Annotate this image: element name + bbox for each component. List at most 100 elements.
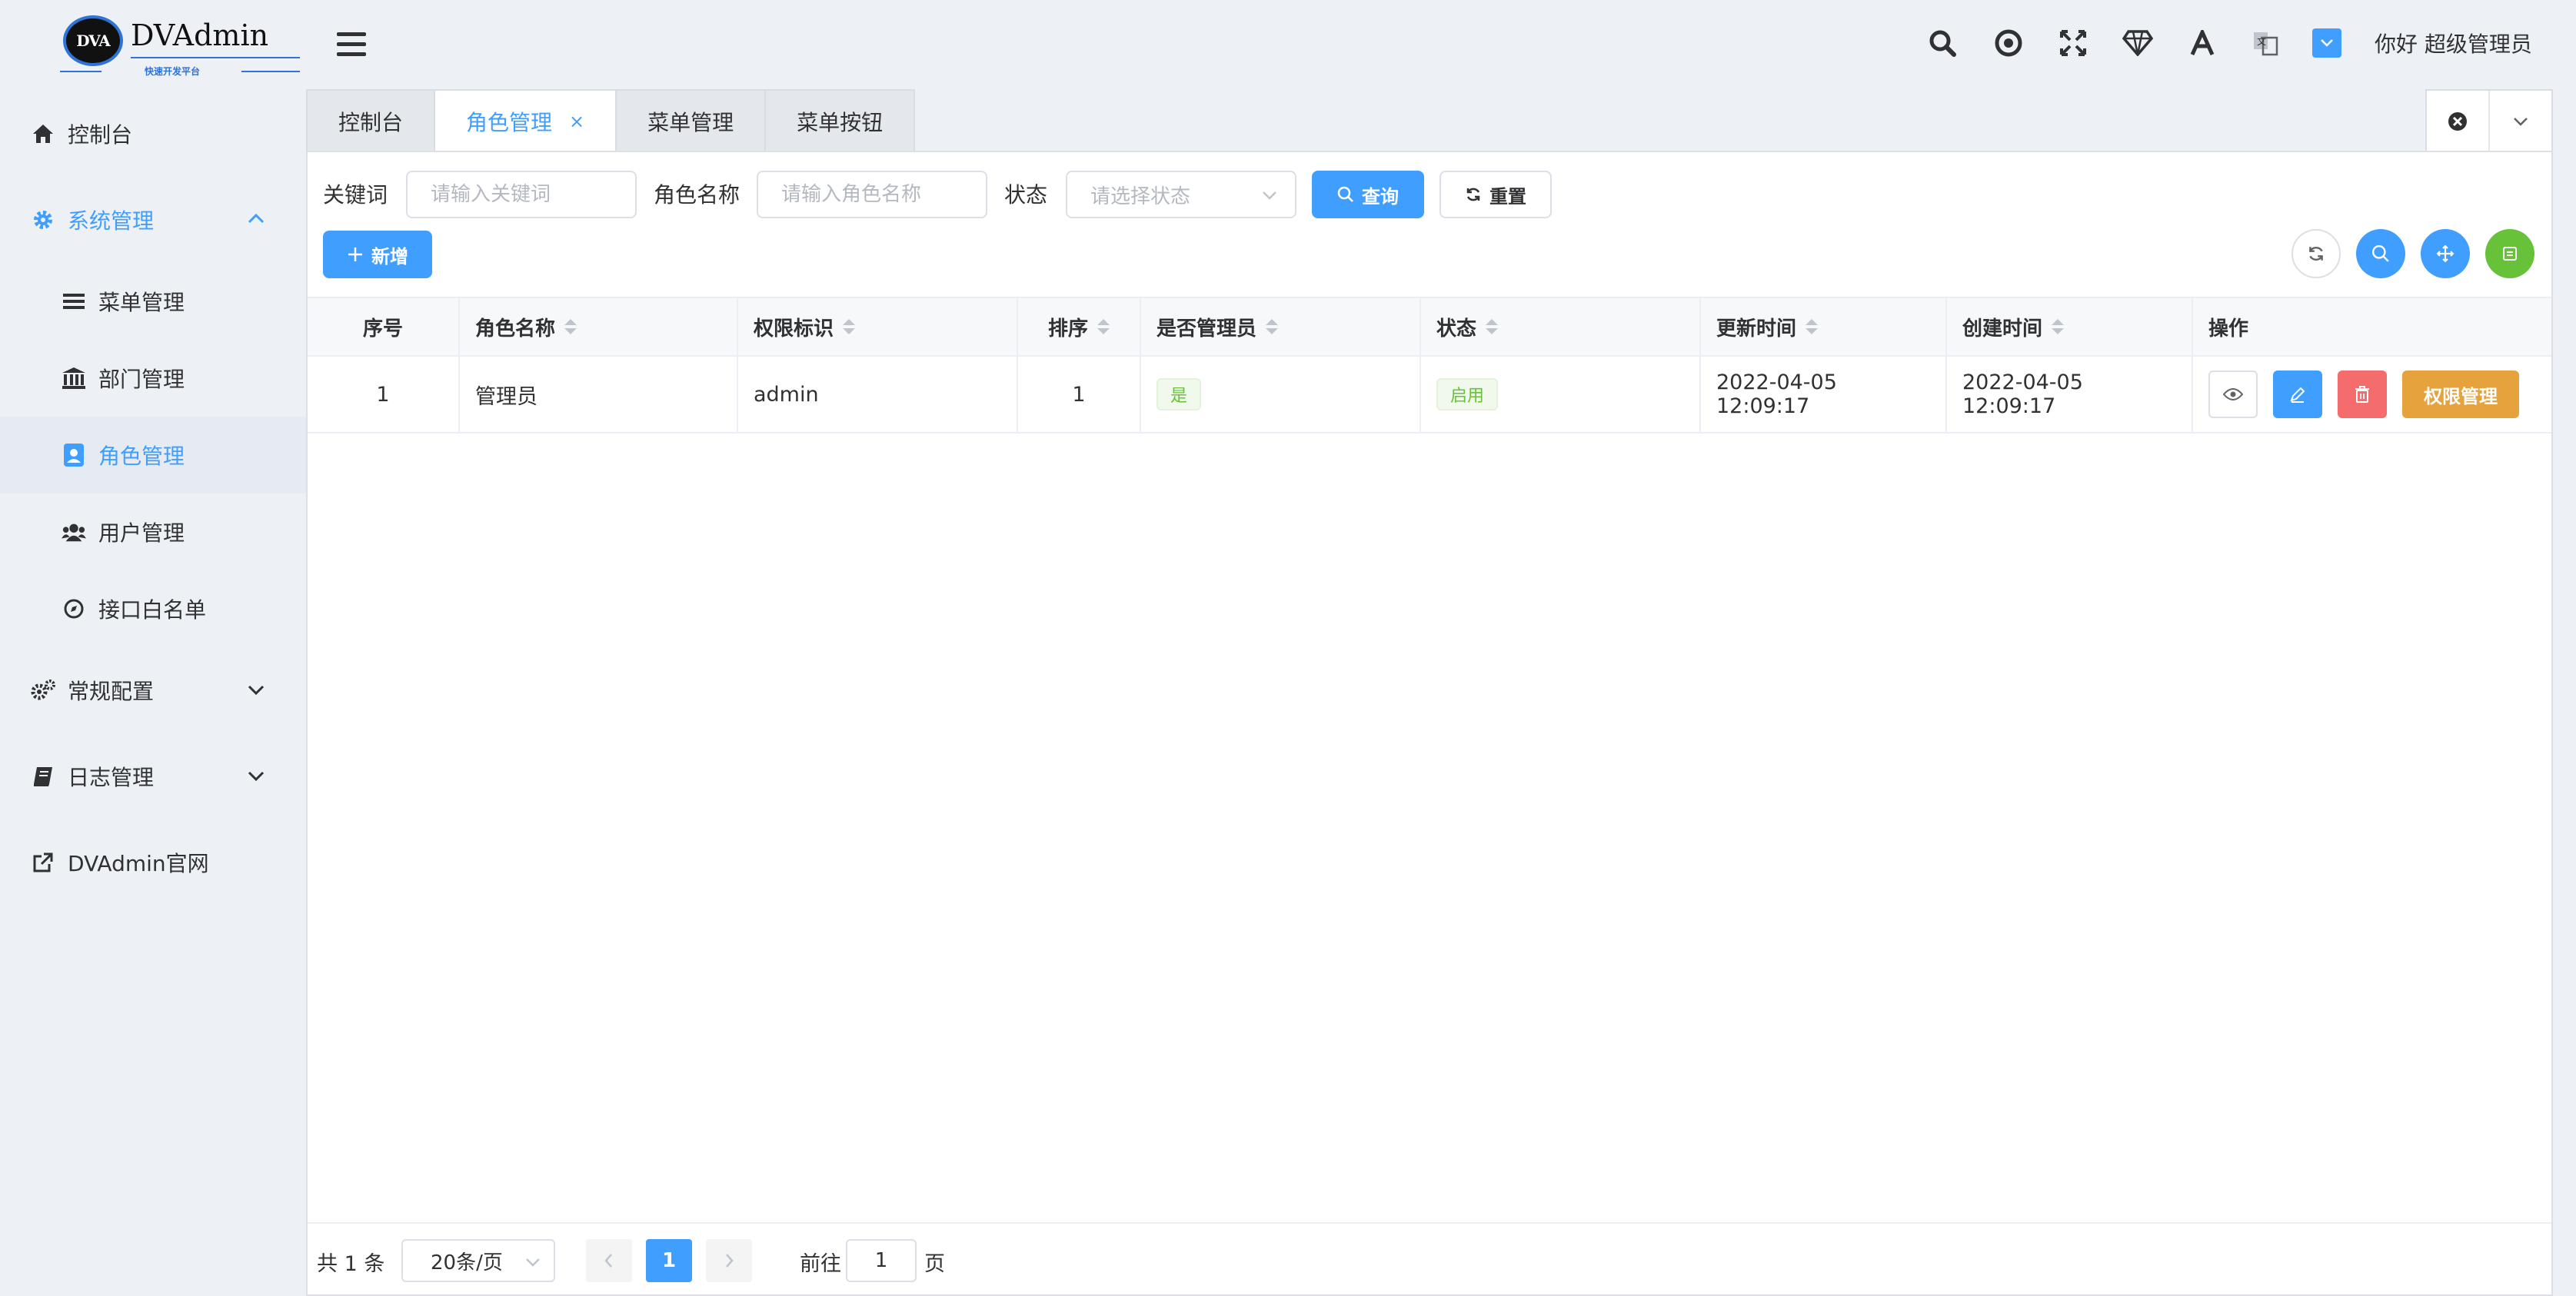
chevron-down-icon <box>1261 186 1278 209</box>
sidebar-item-api-whitelist[interactable]: 接口白名单 <box>0 570 306 647</box>
logo-badge: DVA <box>63 15 123 66</box>
pagination-total: 共 1 条 <box>317 1252 385 1276</box>
close-all-icon[interactable] <box>2427 91 2488 152</box>
add-button[interactable]: 新增 <box>323 231 432 278</box>
logo-divider <box>241 71 300 72</box>
column-settings-button[interactable] <box>2421 229 2470 278</box>
tab-label: 菜单管理 <box>647 110 734 135</box>
column-header[interactable]: 更新时间 <box>1701 298 1947 355</box>
compass-icon <box>62 596 86 621</box>
sort-icon[interactable] <box>1486 319 1499 334</box>
sort-icon[interactable] <box>564 319 577 334</box>
sidebar-item-label: DVAdmin官网 <box>68 851 209 876</box>
tab-menu-manage[interactable]: 菜单管理 <box>615 89 767 152</box>
avatar[interactable] <box>2311 28 2342 58</box>
chevron-down-icon <box>245 764 268 787</box>
eye-icon <box>2223 388 2243 400</box>
column-title: 是否管理员 <box>1157 317 1257 341</box>
prev-page-button[interactable] <box>586 1239 632 1282</box>
cell-index: 1 <box>308 357 460 432</box>
tab-menu-button[interactable]: 菜单按钮 <box>764 89 916 152</box>
column-header[interactable]: 权限标识 <box>738 298 1018 355</box>
sort-icon[interactable] <box>1266 319 1279 334</box>
sidebar-item-user-manage[interactable]: 用户管理 <box>0 493 306 570</box>
column-header[interactable]: 角色名称 <box>460 298 738 355</box>
chevron-down-icon <box>245 678 268 701</box>
chevron-down-icon[interactable] <box>2488 91 2551 152</box>
sort-icon[interactable] <box>843 319 856 334</box>
column-header[interactable]: 状态 <box>1421 298 1701 355</box>
cell-role-name: 管理员 <box>460 357 738 432</box>
column-header[interactable]: 创建时间 <box>1947 298 2193 355</box>
sort-icon[interactable] <box>1806 319 1819 334</box>
column-title: 权限标识 <box>754 317 834 341</box>
column-header[interactable]: 是否管理员 <box>1141 298 1421 355</box>
column-title: 创建时间 <box>1962 317 2043 341</box>
tab-role-manage[interactable]: 角色管理 × <box>434 89 617 152</box>
sidebar-item-label: 部门管理 <box>98 367 185 392</box>
external-link-icon <box>31 850 55 875</box>
search-icon <box>2371 244 2389 262</box>
sidebar-item-dashboard[interactable]: 控制台 <box>0 95 306 172</box>
sidebar-item-label: 日志管理 <box>68 765 155 790</box>
edit-button[interactable] <box>2273 371 2322 418</box>
add-button-label: 新增 <box>371 245 408 268</box>
logo[interactable]: DVA DVAdmin 快速开发平台 <box>60 11 300 81</box>
main-content: 关键词 角色名称 状态 请选择状态 查询 重置 新增 序号 角色名称 权限标识 <box>306 151 2553 1296</box>
column-header[interactable]: 排序 <box>1018 298 1141 355</box>
fullscreen-icon[interactable] <box>2058 28 2088 58</box>
refresh-table-button[interactable] <box>2291 229 2341 278</box>
export-button[interactable] <box>2485 229 2534 278</box>
tab-label: 控制台 <box>338 110 404 135</box>
translate-icon[interactable]: 文 <box>2250 28 2281 58</box>
sidebar-item-official-site[interactable]: DVAdmin官网 <box>0 824 306 901</box>
sidebar-item-role-manage[interactable]: 角色管理 <box>0 417 306 493</box>
sidebar-item-general-config[interactable]: 常规配置 <box>0 652 306 729</box>
list-icon <box>62 289 86 314</box>
cell-updated-time: 2022-04-05 12:09:17 <box>1701 357 1947 432</box>
chevron-left-icon <box>604 1254 612 1268</box>
refresh-icon <box>1466 188 1480 201</box>
cell-permission-key: admin <box>738 357 1018 432</box>
next-page-button[interactable] <box>706 1239 752 1282</box>
role-name-input[interactable] <box>757 171 987 218</box>
goto-page-input[interactable] <box>846 1239 917 1282</box>
gear-icon <box>31 208 55 232</box>
page-size-select[interactable]: 20条/页 <box>401 1239 555 1282</box>
sidebar-item-system[interactable]: 系统管理 <box>0 181 306 258</box>
status-select[interactable]: 请选择状态 <box>1066 171 1296 218</box>
diamond-icon[interactable] <box>2122 28 2153 58</box>
logo-name: DVAdmin <box>131 18 269 52</box>
bank-icon <box>62 366 86 390</box>
permission-manage-button[interactable]: 权限管理 <box>2402 371 2519 418</box>
tab-dashboard[interactable]: 控制台 <box>306 89 436 152</box>
target-icon[interactable] <box>1993 28 2024 58</box>
keyword-input[interactable] <box>406 171 637 218</box>
sidebar-item-dept-manage[interactable]: 部门管理 <box>0 340 306 417</box>
top-header: 文 你好 超级管理员 <box>306 0 2576 89</box>
page-number-current[interactable]: 1 <box>646 1239 692 1282</box>
toggle-search-button[interactable] <box>2356 229 2405 278</box>
view-button[interactable] <box>2208 371 2258 418</box>
sidebar-item-menu-manage[interactable]: 菜单管理 <box>0 263 306 340</box>
hamburger-icon[interactable] <box>337 32 366 57</box>
sort-icon[interactable] <box>2052 319 2065 334</box>
user-greeting[interactable]: 你好 超级管理员 <box>2375 28 2532 58</box>
query-button[interactable]: 查询 <box>1312 171 1424 218</box>
role-name-label: 角色名称 <box>654 182 741 208</box>
sidebar-item-label: 接口白名单 <box>98 597 207 623</box>
close-icon[interactable]: × <box>569 111 584 132</box>
sort-icon[interactable] <box>1097 319 1110 334</box>
delete-button[interactable] <box>2338 371 2387 418</box>
svg-text:文: 文 <box>2257 35 2266 47</box>
logo-divider <box>60 71 102 72</box>
search-icon[interactable] <box>1927 28 1958 58</box>
sidebar-item-log-manage[interactable]: 日志管理 <box>0 738 306 815</box>
column-header[interactable]: 序号 <box>308 298 460 355</box>
cell-created-time: 2022-04-05 12:09:17 <box>1947 357 2193 432</box>
reset-button-label: 重置 <box>1489 185 1526 208</box>
font-size-icon[interactable] <box>2187 28 2218 58</box>
sidebar-item-label: 角色管理 <box>98 444 185 469</box>
tab-label: 角色管理 <box>466 110 553 135</box>
reset-button[interactable]: 重置 <box>1439 171 1552 218</box>
